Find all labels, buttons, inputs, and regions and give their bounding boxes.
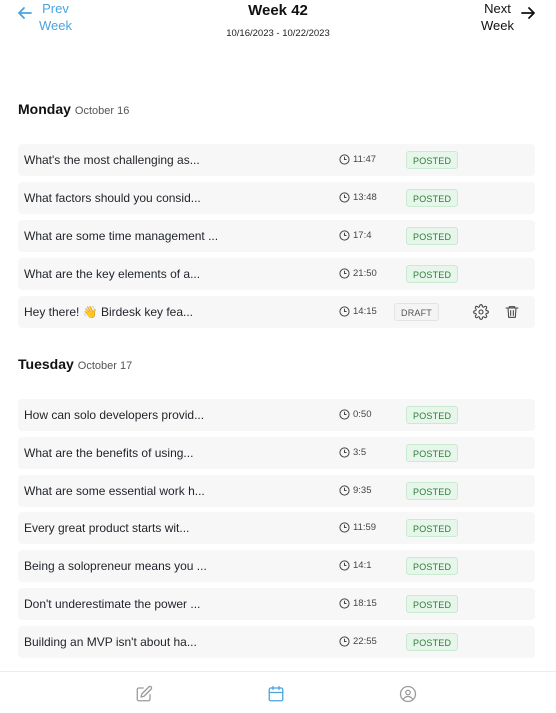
status-badge: POSTED [406, 557, 459, 575]
clock-icon [339, 192, 350, 203]
day-heading-tuesday: Tuesday October 17 [18, 356, 132, 372]
clock-icon [339, 560, 350, 571]
post-text: Being a solopreneur means you ... [24, 559, 207, 573]
post-time: 3:5 [339, 447, 366, 458]
post-time-value: 3:5 [353, 447, 367, 458]
post-time: 14:1 [339, 560, 372, 571]
clock-icon [339, 230, 350, 241]
post-time-value: 22:55 [353, 636, 377, 647]
status-badge: POSTED [406, 444, 459, 462]
clock-icon [339, 636, 350, 647]
day-name: Monday [18, 101, 71, 117]
post-row[interactable]: What's the most challenging as... 11:47 … [18, 144, 535, 176]
status-badge: POSTED [406, 151, 459, 169]
post-time: 18:15 [339, 598, 377, 609]
post-row[interactable]: What are some time management ... 17:4 P… [18, 220, 535, 252]
week-header: Prev Week Week 42 10/16/2023 - 10/22/202… [0, 0, 556, 60]
next-week-button[interactable]: Next Week [481, 0, 536, 34]
day-name: Tuesday [18, 356, 74, 372]
post-text: What's the most challenging as... [24, 153, 200, 167]
post-time-value: 9:35 [353, 485, 372, 496]
post-time: 14:15 [339, 306, 377, 317]
post-row[interactable]: Being a solopreneur means you ... 14:1 P… [18, 550, 535, 582]
clock-icon [339, 306, 350, 317]
post-time-value: 14:15 [353, 306, 377, 317]
post-text: What factors should you consid... [24, 191, 201, 205]
post-time: 0:50 [339, 409, 372, 420]
post-text: What are the key elements of a... [24, 267, 201, 281]
edit-icon[interactable] [135, 685, 153, 703]
day-date: October 16 [74, 105, 130, 117]
status-badge: POSTED [406, 406, 459, 424]
clock-icon [339, 522, 350, 533]
post-text: Hey there! 👋 Birdesk key fea... [24, 305, 194, 319]
clock-icon [339, 268, 350, 279]
calendar-icon[interactable] [267, 685, 285, 703]
clock-icon [339, 447, 350, 458]
status-badge: POSTED [406, 189, 459, 207]
trash-icon[interactable] [504, 304, 520, 320]
post-text: What are some time management ... [24, 229, 219, 243]
day-heading-monday: Monday October 16 [18, 101, 129, 117]
clock-icon [339, 598, 350, 609]
post-text: What are the benefits of using... [24, 446, 194, 460]
week-title: Week 42 [248, 2, 308, 19]
post-time-value: 14:1 [353, 560, 372, 571]
bottom-nav [0, 671, 556, 713]
post-time: 22:55 [339, 636, 377, 647]
post-time-value: 11:59 [353, 522, 377, 533]
post-text: How can solo developers provid... [24, 408, 205, 422]
post-row[interactable]: What factors should you consid... 13:48 … [18, 182, 535, 214]
post-time-value: 21:50 [353, 268, 377, 279]
week-date-range: 10/16/2023 - 10/22/2023 [226, 28, 330, 39]
post-row[interactable]: Every great product starts wit... 11:59 … [18, 512, 535, 544]
post-row[interactable]: What are the key elements of a... 21:50 … [18, 258, 535, 290]
clock-icon [339, 409, 350, 420]
next-label-line1: Next [484, 1, 511, 16]
post-time-value: 11:47 [353, 154, 377, 165]
status-badge: POSTED [406, 633, 459, 651]
post-row[interactable]: Don't underestimate the power ... 18:15 … [18, 588, 535, 620]
post-text: Every great product starts wit... [24, 521, 190, 535]
post-time: 21:50 [339, 268, 377, 279]
post-row[interactable]: What are the benefits of using... 3:5 PO… [18, 437, 535, 469]
post-time: 11:59 [339, 522, 376, 533]
post-time: 9:35 [339, 485, 372, 496]
post-row[interactable]: Building an MVP isn't about ha... 22:55 … [18, 626, 535, 658]
post-time: 17:4 [339, 230, 372, 241]
day-date: October 17 [77, 360, 133, 372]
status-badge: POSTED [406, 482, 459, 500]
gear-icon[interactable] [473, 304, 489, 320]
post-time: 11:47 [339, 154, 376, 165]
post-time-value: 17:4 [353, 230, 372, 241]
post-time: 13:48 [339, 192, 377, 203]
post-text: Building an MVP isn't about ha... [24, 635, 197, 649]
post-row[interactable]: What are some essential work h... 9:35 P… [18, 475, 535, 507]
next-label-line2: Week [481, 18, 514, 33]
post-text: What are some essential work h... [24, 484, 205, 498]
clock-icon [339, 485, 350, 496]
status-badge: POSTED [406, 227, 459, 245]
arrow-right-icon [521, 7, 535, 19]
post-time-value: 0:50 [353, 409, 372, 420]
post-row[interactable]: Hey there! 👋 Birdesk key fea... 14:15 DR… [18, 296, 535, 328]
status-badge: POSTED [406, 595, 459, 613]
post-text: Don't underestimate the power ... [24, 597, 201, 611]
post-row[interactable]: How can solo developers provid... 0:50 P… [18, 399, 535, 431]
post-time-value: 18:15 [353, 598, 377, 609]
user-circle-icon[interactable] [399, 685, 417, 703]
status-badge: POSTED [406, 519, 459, 537]
status-badge: POSTED [406, 265, 459, 283]
status-badge: DRAFT [394, 303, 439, 321]
post-time-value: 13:48 [353, 192, 377, 203]
clock-icon [339, 154, 350, 165]
